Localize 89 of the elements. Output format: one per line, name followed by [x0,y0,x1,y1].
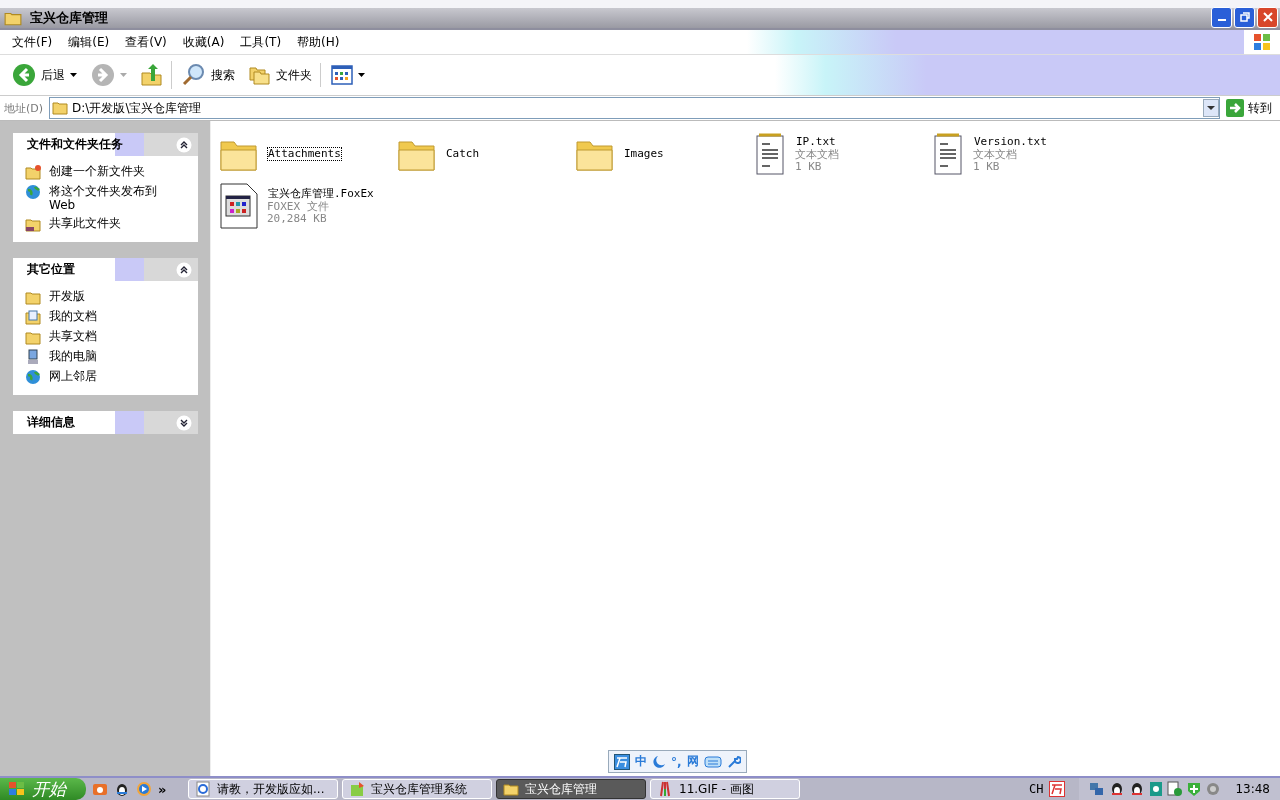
back-button[interactable]: 后退 [8,61,81,89]
moon-icon[interactable] [652,754,666,769]
ime-logo-icon[interactable] [1049,781,1066,797]
collapse-chevron-icon[interactable] [176,261,192,278]
task-link[interactable]: 创建一个新文件夹 [49,164,174,178]
close-button[interactable] [1257,6,1278,28]
file-type: FOXEX 文件 [267,201,330,213]
application-icon [349,781,365,797]
taskbar-button[interactable]: 宝兴仓库管理系统 [342,779,492,799]
ime-logo-icon[interactable] [614,753,630,770]
task-link[interactable]: 共享文档 [49,329,174,343]
file-type: 文本文档 [973,149,1018,161]
dropdown-caret-icon [358,73,365,77]
menu-item[interactable]: 查看(V) [117,33,175,51]
file-name[interactable]: IP.txt [795,135,839,149]
keyboard-icon[interactable] [703,754,722,769]
go-button[interactable]: 转到 [1226,99,1276,117]
expand-chevron-icon[interactable] [176,414,192,431]
minimize-icon [1217,19,1226,21]
restore-icon [1239,12,1250,22]
task-link[interactable]: 网上邻居 [49,369,174,383]
restore-button[interactable] [1234,6,1255,28]
ime-mode-toggle[interactable]: 中 [635,753,647,770]
media-player-icon[interactable] [136,781,152,797]
task-link[interactable]: 将这个文件夹发布到 Web [49,184,174,212]
notepad-file-icon[interactable] [753,132,787,176]
minimize-button[interactable] [1211,6,1232,28]
menu-item[interactable]: 工具(T) [232,33,290,51]
file-size: 1 KB [973,161,1001,173]
camera-icon[interactable] [92,781,108,797]
clock: 13:48 [1235,782,1270,796]
dropdown-caret-icon [70,73,77,77]
task-link[interactable]: 开发版 [49,289,174,303]
task-panel-header[interactable]: 其它位置 [13,258,198,281]
task-link[interactable]: 我的文档 [49,309,174,323]
computer-icon [25,349,41,365]
file-size: 20,284 KB [267,213,328,225]
file-type: 文本文档 [795,149,839,161]
task-link[interactable]: 共享此文件夹 [49,216,174,230]
documents-icon [25,309,41,325]
new-folder-icon [25,164,41,180]
menu-item[interactable]: 帮助(H) [289,33,348,51]
taskbar-button[interactable]: 宝兴仓库管理 [496,779,646,799]
file-name[interactable]: Version.txt [973,135,1048,149]
file-size: 1 KB [795,161,823,173]
address-label: 地址(D) [4,100,44,116]
search-icon [182,63,206,87]
share-icon [25,216,41,232]
windows-logo-icon [8,781,26,797]
folder-icon [25,289,41,305]
menu-item[interactable]: 文件(F) [4,33,61,51]
file-name[interactable]: Images [623,147,665,161]
menu-item[interactable]: 编辑(E) [60,33,118,51]
taskbar-button[interactable]: 请教，开发版应如... [188,779,338,799]
folders-icon [249,65,271,85]
file-name[interactable]: Attachments [267,147,342,161]
windows-logo-icon [1252,32,1272,52]
go-arrow-icon [1226,99,1244,117]
window-title: 宝兴仓库管理 [30,9,108,27]
paint-brushes-icon [657,781,673,797]
ime-web-toggle[interactable]: 网 [686,753,699,770]
file-name[interactable]: 宝兴仓库管理.FoxEx [267,187,375,201]
dropdown-caret-icon [120,73,127,77]
task-panel-header[interactable]: 文件和文件夹任务 [13,133,198,156]
globe-icon [25,184,41,200]
folder-icon [25,329,41,345]
search-button[interactable]: 搜索 [178,61,239,89]
file-name[interactable]: Catch [445,147,481,161]
document-play-icon[interactable] [1167,781,1184,797]
punctuation-toggle[interactable]: °, [671,754,682,769]
application-file-icon[interactable] [219,182,259,230]
task-link[interactable]: 我的电脑 [49,349,174,363]
address-field[interactable]: D:\开发版\宝兴仓库管理 [49,97,1220,119]
notepad-file-icon[interactable] [931,132,965,176]
folder-icon [503,781,519,797]
penguin-icon[interactable] [114,781,130,797]
shield-plus-icon[interactable] [1187,781,1202,797]
taskbar-button[interactable]: 11.GIF - 画图 [650,779,800,799]
close-icon [1262,12,1273,22]
views-grid-icon [331,65,353,85]
menu-item[interactable]: 收藏(A) [174,33,233,51]
more-chevron[interactable]: » [158,781,167,797]
folder-up-arrow-icon [141,63,163,87]
task-panel-header[interactable]: 详细信息 [13,411,198,434]
folders-button[interactable]: 文件夹 [245,63,321,87]
wrench-icon[interactable] [726,754,741,769]
language-indicator[interactable]: CH [1028,782,1044,796]
folder-icon [52,101,69,115]
collapse-chevron-icon[interactable] [176,136,192,153]
